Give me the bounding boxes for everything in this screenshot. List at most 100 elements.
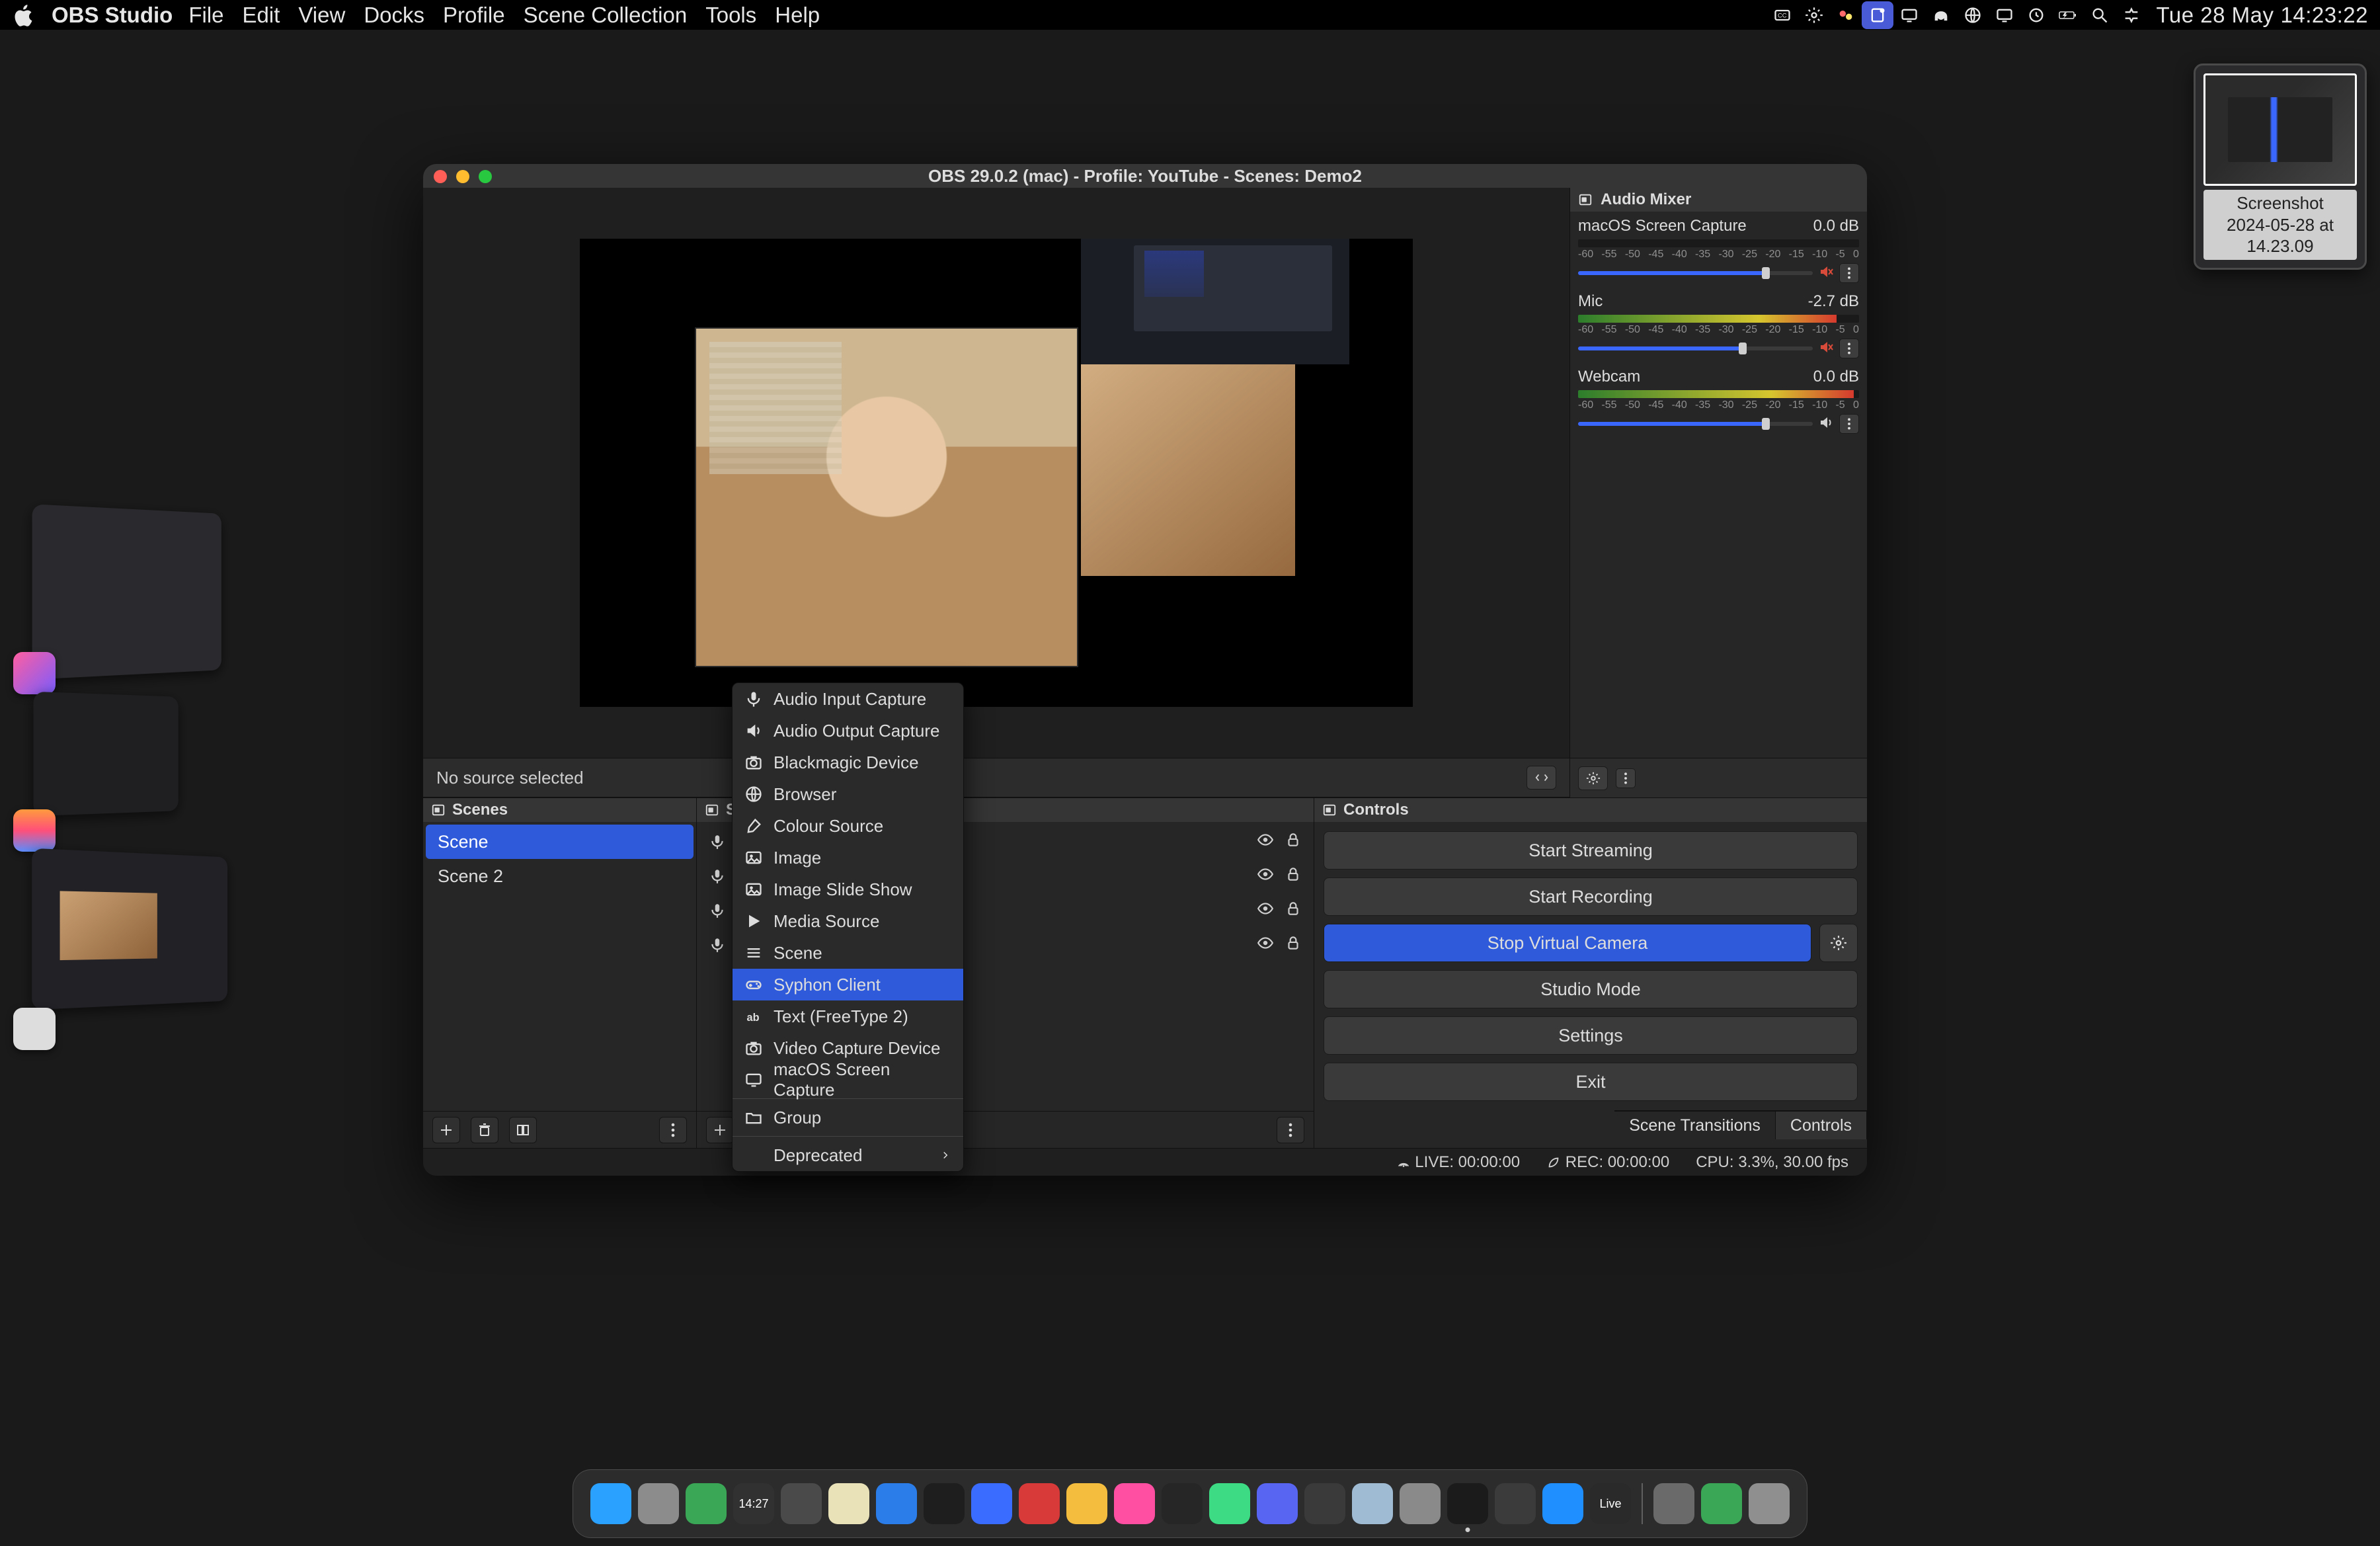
macos-dock[interactable]: 14:27 Live — [573, 1469, 1807, 1538]
ctx-scene[interactable]: Scene — [733, 937, 963, 969]
status-icon-search[interactable] — [2084, 1, 2116, 29]
scene-add-btn[interactable] — [432, 1117, 460, 1143]
menu-help[interactable]: Help — [775, 3, 820, 27]
tab-scene-transitions[interactable]: Scene Transitions — [1614, 1111, 1776, 1139]
ctx-colour-source[interactable]: Colour Source — [733, 810, 963, 842]
dock-app-activity-monitor[interactable] — [686, 1483, 727, 1524]
status-icon-elephant[interactable] — [1925, 1, 1957, 29]
stage-group[interactable] — [13, 853, 245, 1038]
dock-app-app-dark1[interactable] — [1162, 1483, 1203, 1524]
mixer-menu-btn[interactable] — [1616, 768, 1636, 788]
menu-tools[interactable]: Tools — [705, 3, 756, 27]
dock-app-discord[interactable] — [1257, 1483, 1298, 1524]
status-icon-timemachine[interactable] — [2020, 1, 2052, 29]
ctx-image[interactable]: Image — [733, 842, 963, 874]
dock-app-app-chat[interactable] — [1495, 1483, 1536, 1524]
menubar-app-name[interactable]: OBS Studio — [52, 3, 173, 28]
preview-area[interactable] — [423, 188, 1569, 758]
dock-app-finder[interactable] — [590, 1483, 631, 1524]
status-icon-control-center[interactable] — [2116, 1, 2147, 29]
scene-filter-btn[interactable] — [509, 1117, 537, 1143]
dock-app-vscode[interactable] — [876, 1483, 917, 1524]
visibility-toggle-icon[interactable] — [1257, 934, 1274, 956]
dock-app-app-red[interactable] — [1019, 1483, 1060, 1524]
ctx-syphon-client[interactable]: Syphon Client — [733, 969, 963, 1000]
stop-virtual-camera-btn[interactable]: Stop Virtual Camera — [1324, 924, 1811, 962]
dock-doc-stack[interactable] — [1653, 1483, 1694, 1524]
mixer-adv-btn[interactable] — [1578, 766, 1608, 790]
menu-scene-collection[interactable]: Scene Collection — [524, 3, 688, 27]
ctx-audio-output-capture[interactable]: Audio Output Capture — [733, 715, 963, 747]
channel-menu-btn[interactable] — [1839, 414, 1859, 434]
ctx-deprecated[interactable]: Deprecated — [733, 1139, 963, 1171]
obs-titlebar[interactable]: OBS 29.0.2 (mac) - Profile: YouTube - Sc… — [423, 164, 1867, 188]
dock-app-app-blue[interactable] — [971, 1483, 1012, 1524]
status-icon-globe[interactable] — [1957, 1, 1989, 29]
dock-app-app-pink[interactable] — [1114, 1483, 1155, 1524]
channel-menu-btn[interactable] — [1839, 263, 1859, 283]
dock-app-app-live[interactable]: Live — [1590, 1483, 1631, 1524]
menu-view[interactable]: View — [298, 3, 345, 27]
virtual-camera-settings-btn[interactable] — [1819, 924, 1858, 962]
screenshot-preview[interactable]: Screenshot 2024-05-28 at 14.23.09 — [2194, 63, 2367, 270]
scenes-header[interactable]: Scenes — [423, 798, 696, 822]
ctx-browser[interactable]: Browser — [733, 778, 963, 810]
source-menu-btn[interactable] — [1277, 1117, 1304, 1143]
visibility-toggle-icon[interactable] — [1257, 900, 1274, 922]
menu-file[interactable]: File — [188, 3, 223, 27]
ctx-media-source[interactable]: Media Source — [733, 905, 963, 937]
mute-icon[interactable] — [1818, 339, 1834, 358]
scene-menu-btn[interactable] — [659, 1117, 687, 1143]
start-recording-btn[interactable]: Start Recording — [1324, 877, 1858, 916]
channel-menu-btn[interactable] — [1839, 339, 1859, 358]
dock-app-app-clapper[interactable] — [1304, 1483, 1345, 1524]
preview-btn-1[interactable] — [1527, 766, 1556, 790]
controls-header[interactable]: Controls — [1314, 798, 1867, 822]
audio-mixer-header[interactable]: Audio Mixer — [1570, 188, 1867, 212]
lock-toggle-icon[interactable] — [1285, 866, 1302, 887]
menubar-date[interactable]: Tue 28 May — [2157, 3, 2274, 28]
dock-app-app-green[interactable] — [1209, 1483, 1250, 1524]
scene-remove-btn[interactable] — [471, 1117, 498, 1143]
visibility-toggle-icon[interactable] — [1257, 866, 1274, 887]
volume-slider[interactable] — [1578, 271, 1813, 275]
apple-menu-icon[interactable] — [12, 3, 37, 28]
ctx-blackmagic-device[interactable]: Blackmagic Device — [733, 747, 963, 778]
status-icon-display[interactable] — [1989, 1, 2020, 29]
dock-app-app-square[interactable] — [924, 1483, 965, 1524]
scene-item[interactable]: Scene 2 — [426, 859, 694, 893]
status-icon-cc[interactable]: CC — [1766, 1, 1798, 29]
dock-app-app-lines[interactable] — [781, 1483, 822, 1524]
stage-group[interactable] — [13, 694, 245, 840]
tab-controls[interactable]: Controls — [1776, 1111, 1867, 1139]
lock-toggle-icon[interactable] — [1285, 831, 1302, 853]
status-icon-gear[interactable] — [1798, 1, 1830, 29]
source-add-btn[interactable] — [706, 1117, 734, 1143]
volume-slider[interactable] — [1578, 346, 1813, 350]
menu-edit[interactable]: Edit — [243, 3, 280, 27]
dock-app-app-light[interactable] — [1352, 1483, 1393, 1524]
dock-app-settings[interactable] — [1400, 1483, 1441, 1524]
start-streaming-btn[interactable]: Start Streaming — [1324, 831, 1858, 870]
menu-profile[interactable]: Profile — [443, 3, 505, 27]
status-icon-timer[interactable] — [1862, 1, 1893, 29]
dock-app-clock-1427[interactable]: 14:27 — [733, 1483, 774, 1524]
menubar-time[interactable]: 14:23:22 — [2281, 3, 2368, 28]
ctx-group[interactable]: Group — [733, 1102, 963, 1133]
add-source-menu[interactable]: Audio Input CaptureAudio Output CaptureB… — [732, 682, 964, 1172]
studio-mode-btn[interactable]: Studio Mode — [1324, 970, 1858, 1008]
settings-btn[interactable]: Settings — [1324, 1016, 1858, 1055]
traffic-lights[interactable] — [434, 170, 492, 183]
dock-app-app-yellow[interactable] — [1066, 1483, 1107, 1524]
status-icon-puzzle[interactable] — [1830, 1, 1862, 29]
ctx-text-freetype-2-[interactable]: Text (FreeType 2) — [733, 1000, 963, 1032]
scene-item[interactable]: Scene — [426, 825, 694, 859]
exit-btn[interactable]: Exit — [1324, 1063, 1858, 1101]
volume-slider[interactable] — [1578, 422, 1813, 426]
dock-app-launchpad[interactable] — [638, 1483, 679, 1524]
lock-toggle-icon[interactable] — [1285, 900, 1302, 922]
status-icon-battery[interactable] — [2052, 1, 2084, 29]
dock-app-obs[interactable] — [1447, 1483, 1488, 1524]
status-icon-screen[interactable] — [1893, 1, 1925, 29]
ctx-image-slide-show[interactable]: Image Slide Show — [733, 874, 963, 905]
